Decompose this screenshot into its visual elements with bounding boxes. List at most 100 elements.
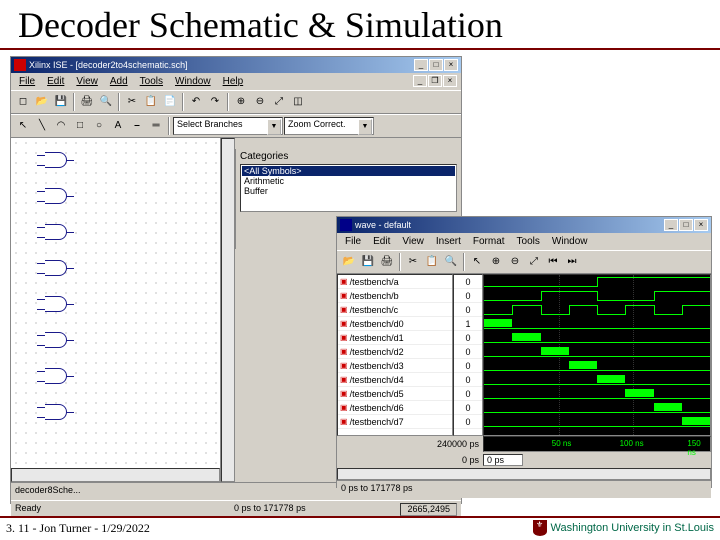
undo-icon[interactable]: ↶ [187, 93, 205, 111]
zoom-out-icon[interactable]: ⊖ [506, 253, 524, 271]
signal-row[interactable]: ▣/testbench/d3 [338, 359, 452, 373]
expand-icon[interactable]: ▣ [340, 291, 348, 300]
signal-row[interactable]: ▣/testbench/a [338, 275, 452, 289]
open-icon[interactable]: 📂 [340, 253, 358, 271]
pointer-icon[interactable]: ↖ [14, 117, 32, 135]
and-gate[interactable] [45, 368, 67, 384]
save-icon[interactable]: 💾 [52, 93, 70, 111]
expand-icon[interactable]: ▣ [340, 403, 348, 412]
signal-row[interactable]: ▣/testbench/b [338, 289, 452, 303]
copy-icon[interactable]: 📋 [142, 93, 160, 111]
expand-icon[interactable]: ▣ [340, 389, 348, 398]
mdi-restore[interactable]: ❐ [428, 75, 442, 87]
expand-icon[interactable]: ▣ [340, 333, 348, 342]
menu-edit[interactable]: Edit [369, 235, 394, 248]
signal-row[interactable]: ▣/testbench/d0 [338, 317, 452, 331]
preview-icon[interactable]: 🔍 [97, 93, 115, 111]
zoom-area-icon[interactable]: ◫ [289, 93, 307, 111]
cursor-field[interactable]: 0 ps [483, 454, 523, 466]
print-icon[interactable]: 🖨 [78, 93, 96, 111]
expand-icon[interactable]: ▣ [340, 361, 348, 370]
v-scrollbar[interactable] [221, 138, 235, 482]
zoom-in-icon[interactable]: ⊕ [232, 93, 250, 111]
signal-row[interactable]: ▣/testbench/d1 [338, 331, 452, 345]
copy-icon[interactable]: 📋 [423, 253, 441, 271]
mdi-close[interactable]: × [443, 75, 457, 87]
wave-h-scrollbar[interactable] [337, 468, 711, 480]
menu-window[interactable]: Window [548, 235, 592, 248]
new-icon[interactable]: ◻ [14, 93, 32, 111]
close-button[interactable]: × [694, 219, 708, 231]
and-gate[interactable] [45, 404, 67, 420]
menu-file[interactable]: File [341, 235, 365, 248]
zoom-combo[interactable]: Zoom Correct. [284, 117, 374, 135]
signal-row[interactable]: ▣/testbench/d2 [338, 345, 452, 359]
rect-icon[interactable]: □ [71, 117, 89, 135]
categories-listbox[interactable]: <All Symbols> Arithmetic Buffer [240, 164, 457, 212]
expand-icon[interactable]: ▣ [340, 375, 348, 384]
waveform-area[interactable] [483, 274, 711, 436]
zoom-fit-icon[interactable]: ⤢ [270, 93, 288, 111]
menu-edit[interactable]: Edit [43, 75, 68, 88]
time-ruler[interactable]: 50 ns 100 ns 150 ns [483, 436, 711, 452]
signal-row[interactable]: ▣/testbench/d4 [338, 373, 452, 387]
bus-icon[interactable]: ═ [147, 117, 165, 135]
and-gate[interactable] [45, 188, 67, 204]
and-gate[interactable] [45, 332, 67, 348]
menu-tools[interactable]: Tools [136, 75, 167, 88]
expand-icon[interactable]: ▣ [340, 347, 348, 356]
and-gate[interactable] [45, 260, 67, 276]
maximize-button[interactable]: □ [429, 59, 443, 71]
expand-icon[interactable]: ▣ [340, 319, 348, 328]
zoom-in-icon[interactable]: ⊕ [487, 253, 505, 271]
expand-icon[interactable]: ▣ [340, 305, 348, 314]
maximize-button[interactable]: □ [679, 219, 693, 231]
menu-help[interactable]: Help [219, 75, 248, 88]
prev-edge-icon[interactable]: ⏮ [544, 253, 562, 271]
zoom-full-icon[interactable]: ⤢ [525, 253, 543, 271]
text-icon[interactable]: A [109, 117, 127, 135]
mdi-minimize[interactable]: _ [413, 75, 427, 87]
close-button[interactable]: × [444, 59, 458, 71]
cut-icon[interactable]: ✂ [404, 253, 422, 271]
open-icon[interactable]: 📂 [33, 93, 51, 111]
minimize-button[interactable]: _ [414, 59, 428, 71]
schematic-canvas[interactable] [11, 138, 220, 468]
and-gate[interactable] [45, 152, 67, 168]
find-icon[interactable]: 🔍 [442, 253, 460, 271]
wire-icon[interactable]: ╲ [33, 117, 51, 135]
minimize-button[interactable]: _ [664, 219, 678, 231]
cursor-icon[interactable]: ↖ [468, 253, 486, 271]
category-item[interactable]: Buffer [242, 186, 455, 196]
branch-combo[interactable]: Select Branches [173, 117, 283, 135]
paste-icon[interactable]: 📄 [161, 93, 179, 111]
wave-titlebar[interactable]: wave - default _ □ × [337, 217, 711, 233]
menu-window[interactable]: Window [171, 75, 215, 88]
menu-format[interactable]: Format [469, 235, 509, 248]
category-item[interactable]: Arithmetic [242, 176, 455, 186]
zoom-out-icon[interactable]: ⊖ [251, 93, 269, 111]
signal-row[interactable]: ▣/testbench/d7 [338, 415, 452, 429]
cut-icon[interactable]: ✂ [123, 93, 141, 111]
sch-titlebar[interactable]: Xilinx ISE - [decoder2to4schematic.sch] … [11, 57, 461, 73]
category-item[interactable]: <All Symbols> [242, 166, 455, 176]
menu-view[interactable]: View [72, 75, 102, 88]
redo-icon[interactable]: ↷ [206, 93, 224, 111]
and-gate[interactable] [45, 224, 67, 240]
next-edge-icon[interactable]: ⏭ [563, 253, 581, 271]
save-icon[interactable]: 💾 [359, 253, 377, 271]
expand-icon[interactable]: ▣ [340, 417, 348, 426]
menu-add[interactable]: Add [106, 75, 132, 88]
h-scrollbar[interactable] [11, 468, 220, 482]
arc-icon[interactable]: ◠ [52, 117, 70, 135]
net-icon[interactable]: ⎯ [128, 117, 146, 135]
menu-file[interactable]: File [15, 75, 39, 88]
signal-row[interactable]: ▣/testbench/d5 [338, 387, 452, 401]
circle-icon[interactable]: ○ [90, 117, 108, 135]
signal-row[interactable]: ▣/testbench/d6 [338, 401, 452, 415]
signal-list[interactable]: ▣/testbench/a▣/testbench/b▣/testbench/c▣… [337, 274, 453, 436]
menu-tools[interactable]: Tools [513, 235, 544, 248]
menu-view[interactable]: View [398, 235, 428, 248]
sch-tab[interactable]: decoder8Sche... [15, 485, 81, 495]
and-gate[interactable] [45, 296, 67, 312]
